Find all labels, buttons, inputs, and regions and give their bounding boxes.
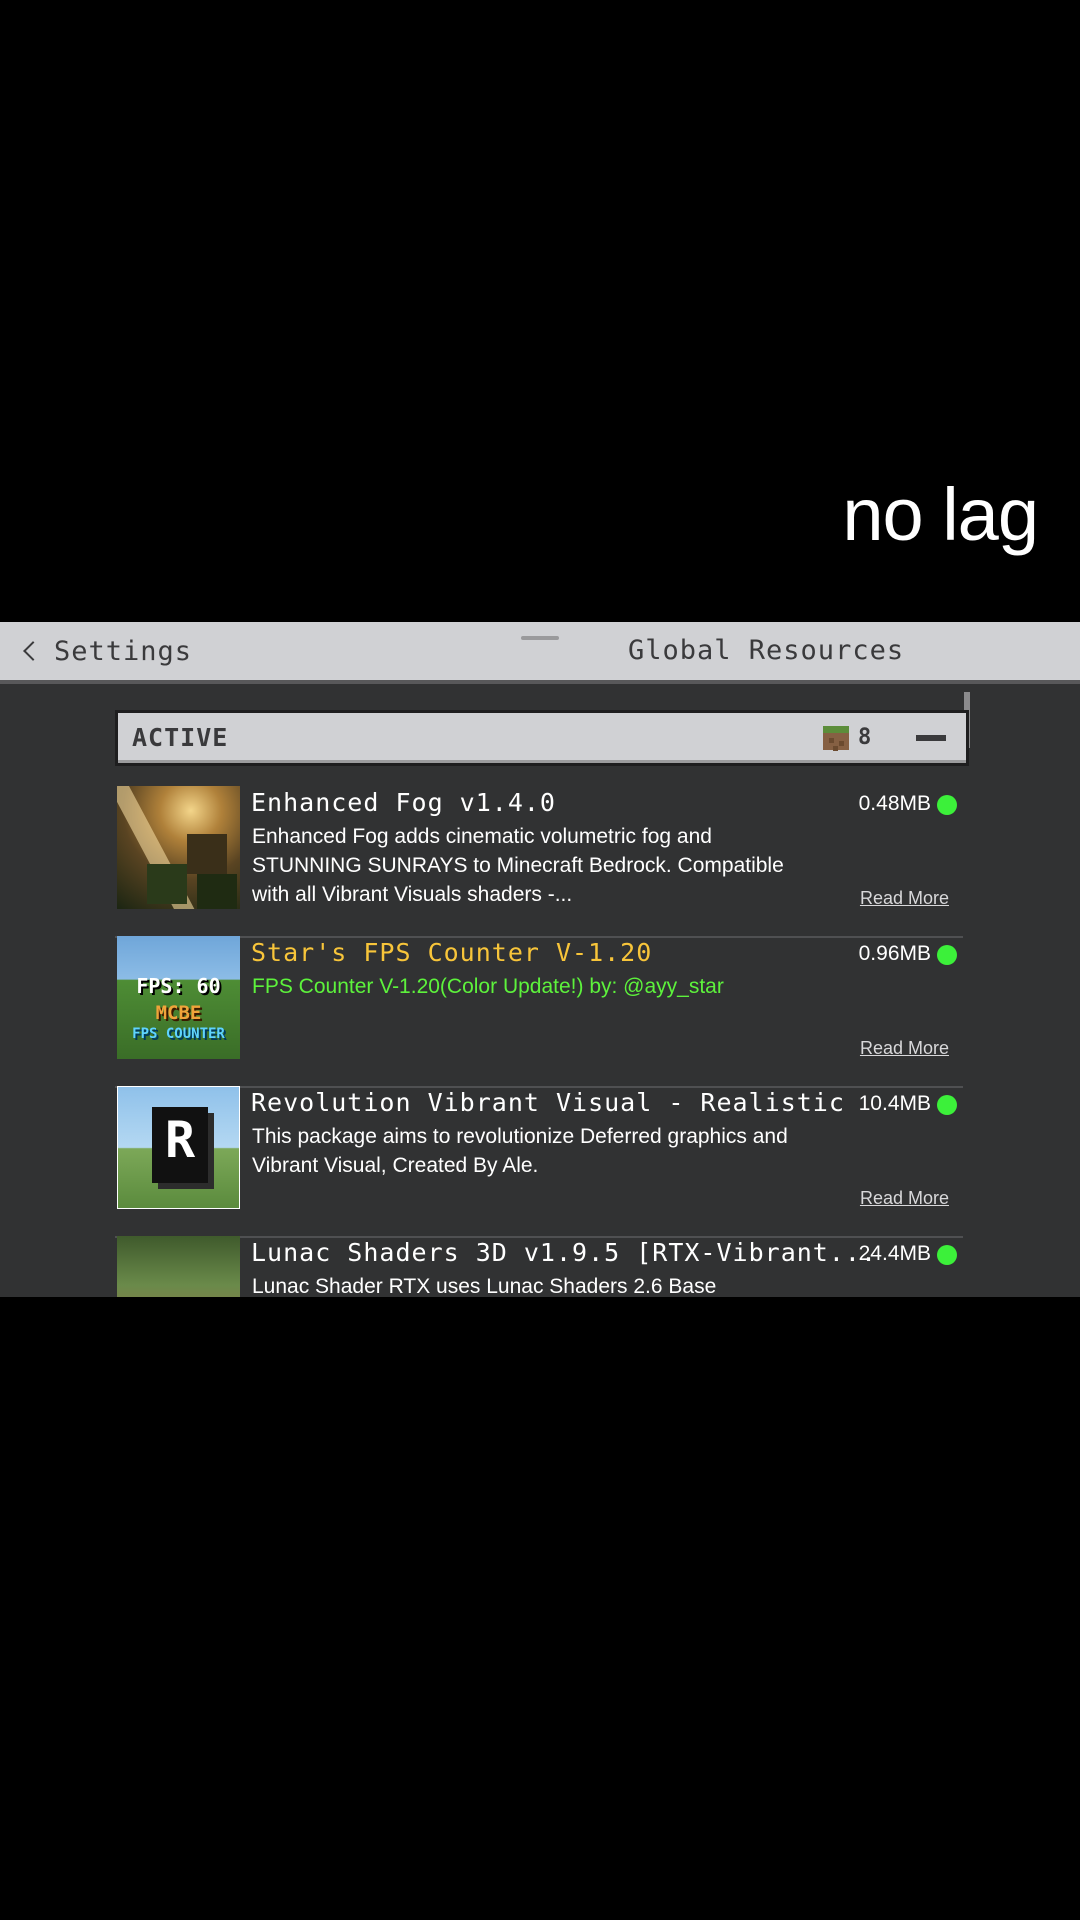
pack-title: Star's FPS Counter V-1.20 [251,938,653,967]
pack-title: Revolution Vibrant Visual - Realistic [251,1088,845,1117]
back-button-label: Settings [54,635,193,667]
pack-row-revolution-vibrant[interactable]: R Revolution Vibrant Visual - Realistic … [115,1086,963,1238]
active-status-dot-icon [937,1245,957,1265]
pack-description: This package aims to revolutionize Defer… [252,1125,788,1177]
logo-letter: R [164,1111,196,1169]
active-status-dot-icon [937,795,957,815]
revolution-logo-thumbnail-icon: R [117,1086,240,1209]
chevron-left-icon [23,641,43,661]
pack-row-fps-counter[interactable]: FPS: 60 MCBE FPS COUNTER Star's FPS Coun… [115,936,963,1088]
title-bar: Settings Global Resources [0,622,1080,684]
active-status-dot-icon [937,945,957,965]
pack-size: 10.4MB [858,1092,931,1115]
thumb-text-fps: FPS: 60 [136,974,221,998]
pack-description: FPS Counter V-1.20(Color Update!) by: @a… [252,975,724,998]
thumb-text-fps-counter: FPS COUNTER [132,1026,225,1042]
read-more-link[interactable]: Read More [860,1188,949,1209]
global-resources-screen: Settings Global Resources ACTIVE 8 Enhan… [0,622,1080,1297]
pack-title: Enhanced Fog v1.4.0 [251,788,556,817]
section-title: ACTIVE [132,723,229,752]
pack-size: 0.96MB [858,942,931,965]
collapse-icon[interactable] [916,735,946,741]
grab-handle[interactable] [521,636,559,640]
pack-description: Enhanced Fog adds cinematic volumetric f… [252,825,784,906]
sunrays-thumbnail-icon [117,786,240,909]
pack-size: 0.48MB [858,792,931,815]
thumb-text-mcbe: MCBE [155,1002,202,1024]
page-title: Global Resources [628,635,905,666]
active-section-header[interactable]: ACTIVE 8 [115,710,969,766]
back-to-settings-button[interactable]: Settings [20,622,192,680]
pack-row-lunac-shaders[interactable]: Lunac Shaders 3D v1.9.5 [RTX-Vibrant... … [115,1236,963,1297]
garden-thumbnail-icon [117,1236,240,1297]
pack-description: Lunac Shader RTX uses Lunac Shaders 2.6 … [252,1275,717,1297]
pack-size: 24.4MB [858,1242,931,1265]
read-more-link[interactable]: Read More [860,1038,949,1059]
pack-title: Lunac Shaders 3D v1.9.5 [RTX-Vibrant... [251,1238,877,1267]
grass-block-icon [823,726,849,750]
pack-row-enhanced-fog[interactable]: Enhanced Fog v1.4.0 Enhanced Fog adds ci… [115,786,963,938]
read-more-link[interactable]: Read More [860,888,949,909]
active-pack-count: 8 [858,725,873,750]
active-status-dot-icon [937,1095,957,1115]
fps-counter-thumbnail-icon: FPS: 60 MCBE FPS COUNTER [117,936,240,1059]
video-caption: no lag [842,473,1039,556]
